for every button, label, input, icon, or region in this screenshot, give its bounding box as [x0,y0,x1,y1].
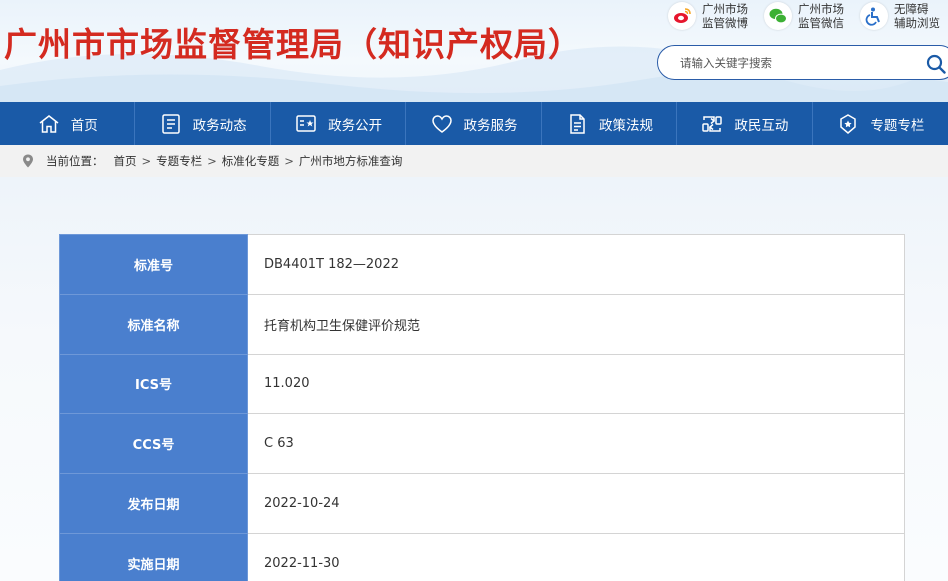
breadcrumb-separator: > [207,154,217,168]
badge-icon [840,113,857,134]
release-date-value: 2022-10-24 [247,473,905,534]
quick-links: 广州市场 监管微博 广州市场 监管微信 无障碍 辅助浏览 [668,2,944,30]
nav-label: 政务公开 [328,117,383,134]
search-input[interactable] [680,55,910,70]
nav-label: 政务动态 [192,117,247,134]
breadcrumb-separator: > [284,154,294,168]
accessibility-label-line2: 辅助浏览 [894,16,940,30]
interaction-icon [702,115,723,132]
nav-item-special-topics[interactable]: 专题专栏 [813,102,948,145]
standard-number-value: DB4401T 182—2022 [247,234,905,295]
breadcrumb-current-page[interactable]: 广州市地方标准查询 [299,153,403,169]
nav-label: 专题专栏 [870,117,925,134]
standard-name-label: 标准名称 [59,293,248,355]
nav-label: 政民互动 [734,117,789,134]
accessibility-label-line1: 无障碍 [894,2,929,16]
breadcrumb-separator: > [141,154,152,168]
nav-item-policies[interactable]: 政策法规 [542,102,678,145]
document-icon [570,113,585,134]
ccs-number-value: C 63 [247,413,905,475]
home-icon [39,114,59,133]
nav-item-interaction[interactable]: 政民互动 [677,102,813,145]
accessibility-icon [860,2,888,30]
ccs-number-label: CCS号 [59,413,248,475]
nav-label: 政务服务 [463,117,518,134]
location-pin-icon [23,154,33,168]
nav-label: 首页 [70,117,98,134]
implementation-date-value: 2022-11-30 [247,532,905,581]
breadcrumb-prefix: 当前位置： [46,154,104,168]
ics-number-value: 11.020 [247,353,905,415]
main-nav: 首页 政务动态 政务公开 政务服务 政策法规 政民互动 专题专栏 [0,102,948,145]
nav-label: 政策法规 [598,117,653,134]
nav-item-services[interactable]: 政务服务 [406,102,542,145]
weibo-label-line1: 广州市场 [702,2,748,16]
public-info-icon [296,114,316,132]
breadcrumb-standardization[interactable]: 标准化专题 [222,153,280,169]
site-header: 广州市市场监督管理局（知识产权局） 广州市场 监管微博 广州市场 监管微信 无障… [0,0,948,102]
wechat-icon [764,2,792,30]
nav-item-news[interactable]: 政务动态 [135,102,271,145]
table-row: 标准名称 托育机构卫生保健评价规范 [59,293,905,355]
table-row: 发布日期 2022-10-24 [59,473,905,534]
breadcrumb-special-topics[interactable]: 专题专栏 [156,153,202,169]
table-row: CCS号 C 63 [59,413,905,475]
search-icon[interactable] [926,54,946,74]
table-row: 标准号 DB4401T 182—2022 [59,234,905,295]
standard-detail-table: 标准号 DB4401T 182—2022 标准名称 托育机构卫生保健评价规范 I… [59,234,905,581]
implementation-date-label: 实施日期 [59,532,248,581]
nav-item-public-info[interactable]: 政务公开 [271,102,407,145]
weibo-link[interactable]: 广州市场 监管微博 [668,2,752,30]
main-content: 标准号 DB4401T 182—2022 标准名称 托育机构卫生保健评价规范 I… [0,177,948,581]
release-date-label: 发布日期 [59,473,248,534]
weibo-icon [668,2,696,30]
table-row: 实施日期 2022-11-30 [59,532,905,581]
standard-number-label: 标准号 [59,234,248,295]
weibo-label-line2: 监管微博 [702,16,748,30]
standard-name-value: 托育机构卫生保健评价规范 [247,293,905,355]
site-title[interactable]: 广州市市场监督管理局（知识产权局） [4,18,582,66]
breadcrumb-home[interactable]: 首页 [114,153,137,169]
nav-item-home[interactable]: 首页 [0,102,136,145]
breadcrumb: 当前位置： 首页 > 专题专栏 > 标准化专题 > 广州市地方标准查询 [0,145,948,177]
heart-service-icon [431,114,452,133]
accessibility-link[interactable]: 无障碍 辅助浏览 [860,2,944,30]
news-icon [161,113,180,134]
wechat-label-line1: 广州市场 [798,2,844,16]
ics-number-label: ICS号 [59,353,248,415]
search-box [657,45,948,80]
wechat-label-line2: 监管微信 [798,16,844,30]
wechat-link[interactable]: 广州市场 监管微信 [764,2,848,30]
table-row: ICS号 11.020 [59,353,905,415]
